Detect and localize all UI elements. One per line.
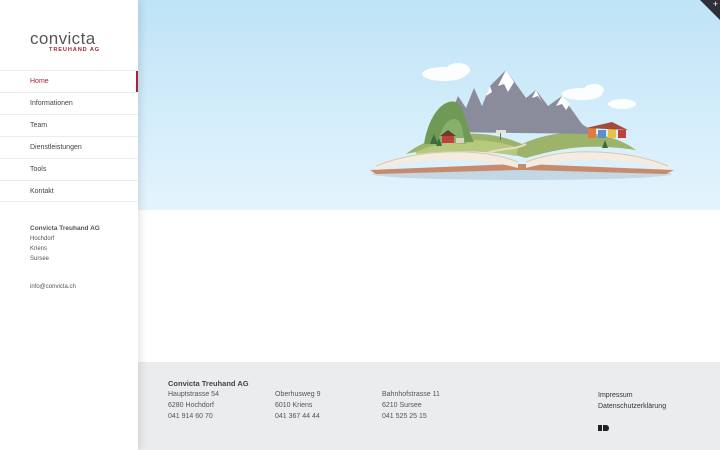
footer-office-kriens: Oberhusweg 9 6010 Kriens 041 367 44 44: [275, 389, 321, 422]
footer-links: Impressum Datenschutzerklärung: [598, 390, 666, 412]
sidebar-location: Kriens: [30, 246, 48, 252]
footer-street: Bahnhofstrasse 11: [382, 391, 440, 398]
logo-brand: convicta: [30, 29, 96, 48]
open-book-mountains-illustration: [370, 63, 674, 180]
footer-phone[interactable]: 041 525 25 15: [382, 411, 440, 422]
footer-office-sursee: Bahnhofstrasse 11 6210 Sursee 041 525 25…: [382, 389, 440, 422]
sidebar-email-link[interactable]: info@convicta.ch: [30, 284, 76, 290]
footer-city: 6210 Sursee: [382, 402, 422, 409]
sidebar-location: Sursee: [30, 256, 50, 262]
footer-phone[interactable]: 041 367 44 44: [275, 411, 321, 422]
sidebar-company-name: Convicta Treuhand AG: [30, 225, 100, 232]
hero-banner: +: [138, 0, 720, 210]
footer-city: 6280 Hochdorf: [168, 402, 214, 409]
impressum-link[interactable]: Impressum: [598, 390, 666, 401]
footer: Convicta Treuhand AG Hauptstrasse 54 628…: [138, 362, 720, 450]
main-nav: Home Informationen Team Dienstleistungen…: [0, 70, 138, 202]
datenschutz-link[interactable]: Datenschutzerklärung: [598, 401, 666, 412]
nav-item-kontakt[interactable]: Kontakt: [0, 180, 138, 202]
logo-subtitle: TREUHAND AG: [49, 47, 101, 53]
nav-item-tools[interactable]: Tools: [0, 158, 138, 180]
footer-company-name: Convicta Treuhand AG: [168, 379, 249, 388]
sidebar-address: Convicta Treuhand AG Hochdorf Kriens Sur…: [30, 224, 100, 264]
footer-office-hochdorf: Convicta Treuhand AG Hauptstrasse 54 628…: [168, 378, 249, 422]
footer-street: Oberhusweg 9: [275, 391, 321, 398]
agency-logo-icon[interactable]: [598, 424, 610, 432]
logo[interactable]: convicta TREUHAND AG: [30, 30, 110, 56]
sidebar: convicta TREUHAND AG Home Informationen …: [0, 0, 138, 450]
nav-item-home[interactable]: Home: [0, 70, 138, 93]
sidebar-location: Hochdorf: [30, 236, 55, 242]
nav-item-team[interactable]: Team: [0, 114, 138, 136]
plus-icon[interactable]: +: [713, 0, 718, 9]
footer-phone[interactable]: 041 914 60 70: [168, 411, 249, 422]
nav-item-dienstleistungen[interactable]: Dienstleistungen: [0, 136, 138, 158]
footer-street: Hauptstrasse 54: [168, 391, 219, 398]
footer-city: 6010 Kriens: [275, 402, 313, 409]
nav-item-informationen[interactable]: Informationen: [0, 92, 138, 114]
